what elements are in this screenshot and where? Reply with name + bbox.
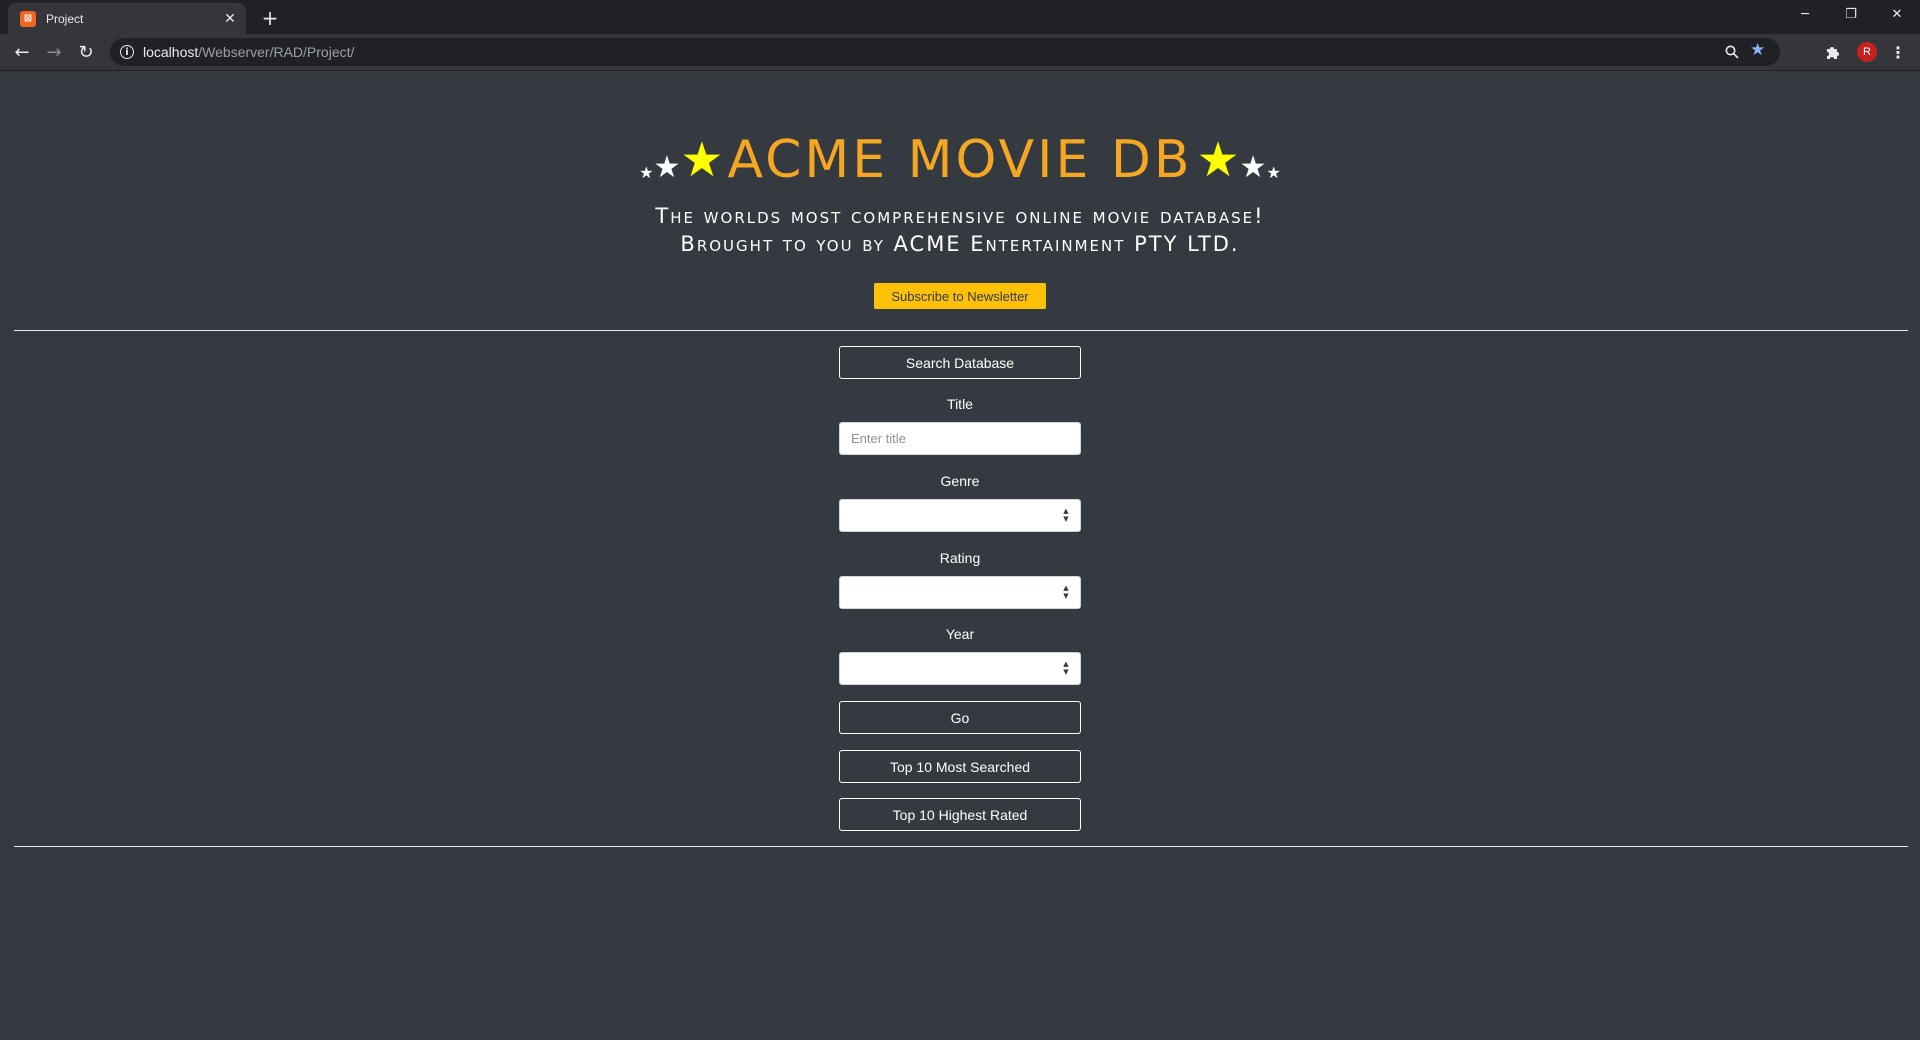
small-star-icon: ★ [1266, 163, 1281, 182]
address-bar-actions: ★ [1722, 42, 1770, 62]
tab-title: Project [46, 11, 84, 26]
back-icon[interactable]: ← [10, 40, 34, 64]
top-divider [14, 330, 1908, 331]
site-info-icon[interactable]: i [120, 45, 134, 59]
restore-icon[interactable]: ❐ [1828, 0, 1874, 28]
year-label: Year [945, 626, 975, 642]
close-window-icon[interactable]: ✕ [1874, 0, 1920, 28]
go-button[interactable]: Go [839, 701, 1081, 734]
reload-icon[interactable]: ↻ [74, 40, 98, 64]
rating-select[interactable]: ▲ ▼ [839, 576, 1081, 609]
select-arrows-icon: ▲ ▼ [1063, 584, 1069, 600]
title-input[interactable] [839, 422, 1081, 455]
extensions-puzzle-icon[interactable] [1823, 42, 1843, 62]
tab-strip: ⊠ Project ✕ + ─ ❐ ✕ [0, 0, 1920, 34]
bottom-divider [14, 846, 1908, 847]
zoom-icon[interactable] [1722, 42, 1742, 62]
top-10-highest-rated-button[interactable]: Top 10 Highest Rated [839, 798, 1081, 831]
forward-icon[interactable]: → [42, 40, 66, 64]
minimize-icon[interactable]: ─ [1782, 0, 1828, 28]
xampp-favicon-icon: ⊠ [20, 10, 36, 27]
window-controls: ─ ❐ ✕ [1782, 0, 1920, 28]
site-header: ★ ★ ★ ACME MOVIE DB ★ ★ ★ [0, 134, 1920, 186]
page-body: ★ ★ ★ ACME MOVIE DB ★ ★ ★ The worlds mos… [0, 71, 1920, 1040]
medium-star-icon: ★ [653, 150, 681, 185]
site-title: ACME MOVIE DB [727, 130, 1193, 190]
title-label: Title [947, 396, 973, 412]
url-text: localhost/Webserver/RAD/Project/ [143, 44, 354, 60]
large-star-icon: ★ [680, 132, 724, 188]
kebab-menu-icon[interactable]: ⋮ [1888, 42, 1908, 62]
profile-avatar[interactable]: R [1857, 42, 1877, 62]
year-select[interactable]: ▲ ▼ [839, 652, 1081, 685]
genre-select[interactable]: ▲ ▼ [839, 499, 1081, 532]
tab-project[interactable]: ⊠ Project ✕ [8, 3, 246, 34]
url-host: localhost [143, 44, 199, 60]
browser-toolbar: ← → ↻ i localhost/Webserver/RAD/Project/… [0, 34, 1920, 71]
address-bar[interactable]: i localhost/Webserver/RAD/Project/ ★ [110, 38, 1780, 66]
rating-label: Rating [939, 550, 981, 566]
tagline-line-2: Brought to you by ACME Entertainment PTY… [680, 232, 1240, 256]
genre-label: Genre [940, 473, 980, 489]
url-path: /Webserver/RAD/Project/ [198, 44, 355, 60]
top-10-most-searched-button[interactable]: Top 10 Most Searched [839, 750, 1081, 783]
large-star-icon: ★ [1196, 132, 1240, 188]
small-star-icon: ★ [639, 163, 654, 182]
subscribe-newsletter-button[interactable]: Subscribe to Newsletter [874, 283, 1046, 309]
select-arrows-icon: ▲ ▼ [1063, 507, 1069, 523]
close-tab-icon[interactable]: ✕ [220, 9, 240, 29]
tagline-line-1: The worlds most comprehensive online mov… [655, 204, 1265, 228]
select-arrows-icon: ▲ ▼ [1063, 660, 1069, 676]
medium-star-icon: ★ [1239, 150, 1267, 185]
search-database-button[interactable]: Search Database [839, 346, 1081, 379]
bookmark-star-icon[interactable]: ★ [1750, 42, 1770, 62]
new-tab-icon[interactable]: + [258, 6, 282, 30]
